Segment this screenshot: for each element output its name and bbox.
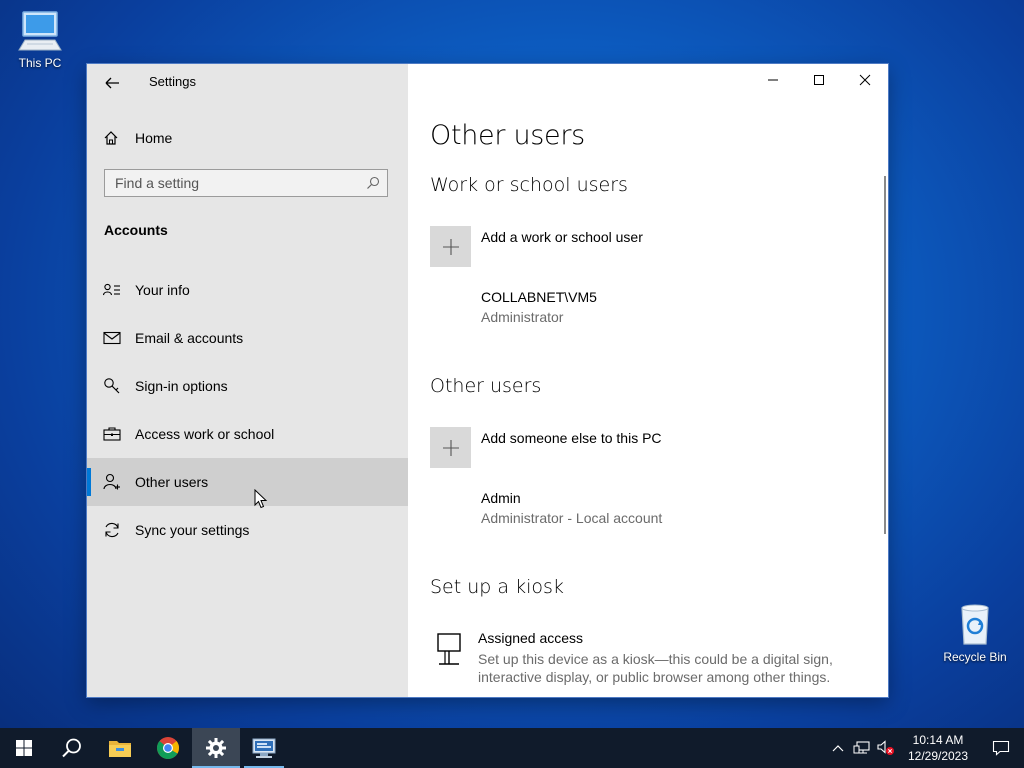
- chrome-icon: [157, 737, 180, 759]
- search-box: [104, 169, 388, 197]
- sidebar-item-other-users[interactable]: Other users: [87, 458, 408, 506]
- add-person-icon: [103, 473, 121, 491]
- mail-icon: [103, 329, 121, 347]
- add-work-school-user-button[interactable]: Add a work or school user: [430, 226, 643, 267]
- taskbar-file-explorer[interactable]: [96, 728, 144, 768]
- assigned-access-link[interactable]: Assigned access Set up this device as a …: [434, 630, 850, 686]
- remote-desktop-icon: [252, 738, 276, 758]
- add-work-school-user-label: Add a work or school user: [481, 229, 643, 245]
- sidebar-item-label: Your info: [135, 282, 190, 298]
- section-title-other-users: Other users: [430, 375, 542, 397]
- sidebar-item-access-work-school[interactable]: Access work or school: [87, 410, 408, 458]
- home-label: Home: [135, 130, 173, 146]
- sidebar-item-sign-in-options[interactable]: Sign-in options: [87, 362, 408, 410]
- taskbar-clock[interactable]: 10:14 AM 12/29/2023: [898, 732, 978, 764]
- taskbar-chrome[interactable]: [144, 728, 192, 768]
- content-scrollbar[interactable]: [884, 176, 886, 534]
- plus-icon: [430, 427, 471, 468]
- start-icon: [16, 740, 32, 756]
- sidebar: Settings Home Accounts Your info: [87, 64, 408, 697]
- minimize-icon: [768, 79, 778, 81]
- user-role: Administrator: [481, 309, 564, 325]
- close-icon: [859, 74, 871, 86]
- main-content: Other users Work or school users Add a w…: [408, 64, 888, 697]
- search-icon[interactable]: [366, 176, 380, 190]
- home-icon: [104, 131, 118, 145]
- user-entry-admin[interactable]: Admin Administrator - Local account: [481, 490, 662, 526]
- mouse-cursor-icon: [254, 489, 268, 509]
- network-icon: [853, 741, 870, 754]
- sidebar-item-label: Sync your settings: [135, 522, 250, 538]
- start-button[interactable]: [0, 728, 48, 768]
- section-title-kiosk: Set up a kiosk: [430, 576, 564, 598]
- sidebar-section-accounts: Accounts: [104, 222, 168, 238]
- taskbar-search-button[interactable]: [48, 728, 96, 768]
- user-role: Administrator - Local account: [481, 510, 663, 526]
- sidebar-item-label: Other users: [135, 474, 209, 490]
- sidebar-item-sync-settings[interactable]: Sync your settings: [87, 506, 408, 554]
- maximize-button[interactable]: [796, 64, 842, 96]
- user-entry-collabnet-vm5[interactable]: COLLABNET\VM5 Administrator: [481, 289, 597, 325]
- desktop-icon-this-pc[interactable]: This PC: [8, 8, 72, 70]
- clock-date: 12/29/2023: [907, 749, 969, 763]
- sidebar-item-label: Access work or school: [135, 426, 275, 442]
- settings-window: Settings Home Accounts Your info: [87, 64, 888, 697]
- sync-icon: [103, 521, 121, 539]
- action-center-button[interactable]: [978, 728, 1024, 768]
- assigned-access-title: Assigned access: [478, 630, 584, 646]
- add-someone-else-label: Add someone else to this PC: [481, 430, 662, 446]
- briefcase-icon: [103, 425, 121, 443]
- user-name: COLLABNET\VM5: [481, 289, 597, 305]
- file-explorer-icon: [109, 741, 131, 757]
- kiosk-icon: [434, 632, 464, 668]
- desktop-icon-label: Recycle Bin: [943, 650, 1007, 664]
- sidebar-home[interactable]: Home: [103, 126, 172, 150]
- sidebar-item-label: Email & accounts: [135, 330, 244, 346]
- notification-icon: [992, 740, 1010, 756]
- plus-icon: [430, 226, 471, 267]
- settings-icon: [206, 738, 226, 758]
- back-button[interactable]: [101, 72, 123, 94]
- maximize-icon: [814, 75, 824, 85]
- page-title: Other users: [430, 120, 585, 151]
- window-title: Settings: [149, 74, 196, 89]
- clock-time: 10:14 AM: [912, 733, 964, 747]
- minimize-button[interactable]: [750, 64, 796, 96]
- section-title-work-school: Work or school users: [430, 174, 628, 196]
- desktop-icon-label: This PC: [18, 56, 62, 70]
- taskbar-settings[interactable]: [192, 728, 240, 768]
- computer-icon: [17, 8, 63, 54]
- search-input[interactable]: [105, 170, 365, 196]
- add-someone-else-button[interactable]: Add someone else to this PC: [430, 427, 662, 468]
- assigned-access-description: Set up this device as a kiosk—this could…: [478, 651, 833, 685]
- recycle-bin-icon: [952, 602, 998, 648]
- user-name: Admin: [481, 490, 521, 506]
- chevron-up-icon: [832, 745, 844, 752]
- desktop-icon-recycle-bin[interactable]: Recycle Bin: [942, 602, 1008, 664]
- taskbar-remote-desktop[interactable]: [240, 728, 288, 768]
- search-icon: [62, 738, 81, 758]
- system-tray: 10:14 AM 12/29/2023: [826, 728, 1024, 768]
- volume-muted-icon: [877, 740, 894, 755]
- taskbar: 10:14 AM 12/29/2023: [0, 728, 1024, 768]
- network-button[interactable]: [850, 728, 874, 768]
- volume-button[interactable]: [874, 728, 898, 768]
- sidebar-item-email-accounts[interactable]: Email & accounts: [87, 314, 408, 362]
- window-controls: [750, 64, 888, 96]
- person-card-icon: [103, 281, 121, 299]
- show-hidden-icons-button[interactable]: [826, 728, 850, 768]
- back-arrow-icon: [105, 77, 119, 89]
- sidebar-item-label: Sign-in options: [135, 378, 228, 394]
- sidebar-item-your-info[interactable]: Your info: [87, 266, 408, 314]
- key-icon: [103, 377, 121, 395]
- close-button[interactable]: [842, 64, 888, 96]
